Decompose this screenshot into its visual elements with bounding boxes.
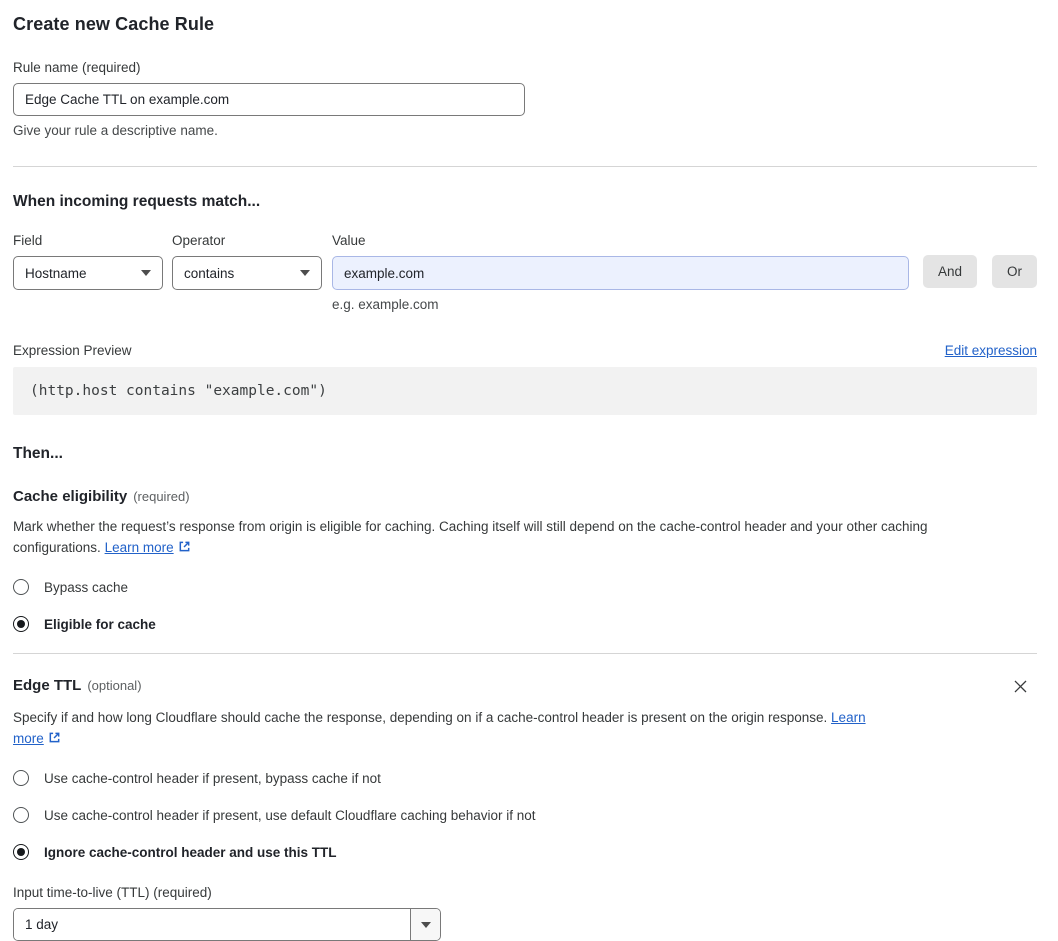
edge-ttl-optional-badge: (optional) xyxy=(87,678,142,693)
operator-select-value: contains xyxy=(184,265,235,281)
radio-label: Use cache-control header if present, use… xyxy=(44,807,536,823)
and-button[interactable]: And xyxy=(922,255,977,288)
value-input[interactable] xyxy=(332,256,909,290)
ttl-label: Input time-to-live (TTL) (required) xyxy=(13,885,212,900)
radio-label: Use cache-control header if present, byp… xyxy=(44,770,381,786)
radio-icon xyxy=(13,844,29,860)
rule-name-input[interactable] xyxy=(13,83,525,116)
edge-ttl-title: Edge TTL xyxy=(13,677,82,694)
create-cache-rule-form: Create new Cache Rule Rule name (require… xyxy=(0,0,1058,941)
rule-name-label: Rule name (required) xyxy=(13,60,141,75)
cache-eligibility-required-badge: (required) xyxy=(133,489,190,504)
chevron-down-icon xyxy=(420,921,431,928)
ttl-input[interactable] xyxy=(14,909,410,940)
cache-eligibility-header: Cache eligibility (required) xyxy=(13,488,1037,505)
radio-label: Ignore cache-control header and use this… xyxy=(44,844,337,860)
radio-use-header-bypass[interactable]: Use cache-control header if present, byp… xyxy=(13,770,1037,786)
radio-label: Bypass cache xyxy=(44,579,129,595)
radio-use-header-default[interactable]: Use cache-control header if present, use… xyxy=(13,807,1037,823)
value-label: Value xyxy=(332,233,366,248)
radio-eligible-for-cache[interactable]: Eligible for cache xyxy=(13,616,1037,632)
radio-icon xyxy=(13,616,29,632)
cache-eligibility-description: Mark whether the request’s response from… xyxy=(13,516,1018,558)
external-link-icon xyxy=(179,541,190,552)
rule-name-help: Give your rule a descriptive name. xyxy=(13,123,218,138)
edge-ttl-description-text: Specify if and how long Cloudflare shoul… xyxy=(13,710,828,725)
ttl-combo xyxy=(13,908,441,941)
cache-eligibility-learn-more-link[interactable]: Learn more xyxy=(105,540,174,555)
radio-label: Eligible for cache xyxy=(44,616,156,632)
radio-ignore-header-use-ttl[interactable]: Ignore cache-control header and use this… xyxy=(13,844,1037,860)
field-label: Field xyxy=(13,233,43,248)
close-icon[interactable] xyxy=(1011,677,1030,696)
match-section-title: When incoming requests match... xyxy=(13,193,261,210)
operator-select[interactable]: contains xyxy=(172,256,322,290)
expression-preview-code: (http.host contains "example.com") xyxy=(13,367,1037,415)
radio-icon xyxy=(13,807,29,823)
rule-name-group: Rule name (required) Give your rule a de… xyxy=(13,60,1037,138)
radio-icon xyxy=(13,579,29,595)
expression-preview-label: Expression Preview xyxy=(13,343,132,358)
match-clause-row: Field Hostname Operator contains Value e… xyxy=(13,233,1037,312)
radio-icon xyxy=(13,770,29,786)
divider xyxy=(13,653,1037,654)
or-button[interactable]: Or xyxy=(992,255,1037,288)
external-link-icon xyxy=(49,732,60,743)
radio-bypass-cache[interactable]: Bypass cache xyxy=(13,579,1037,595)
chevron-down-icon xyxy=(300,270,310,276)
then-section-title: Then... xyxy=(13,445,63,462)
value-help: e.g. example.com xyxy=(332,297,439,312)
field-select-value: Hostname xyxy=(25,265,87,281)
ttl-dropdown-button[interactable] xyxy=(410,909,440,940)
field-select[interactable]: Hostname xyxy=(13,256,163,290)
edge-ttl-description: Specify if and how long Cloudflare shoul… xyxy=(13,707,873,749)
page-title: Create new Cache Rule xyxy=(13,14,215,34)
operator-label: Operator xyxy=(172,233,226,248)
expression-preview-header: Expression Preview Edit expression xyxy=(13,343,1037,358)
chevron-down-icon xyxy=(141,270,151,276)
edit-expression-link[interactable]: Edit expression xyxy=(945,343,1037,358)
divider xyxy=(13,166,1037,167)
edge-ttl-header: Edge TTL (optional) xyxy=(13,677,1037,696)
cache-eligibility-title: Cache eligibility xyxy=(13,488,128,505)
